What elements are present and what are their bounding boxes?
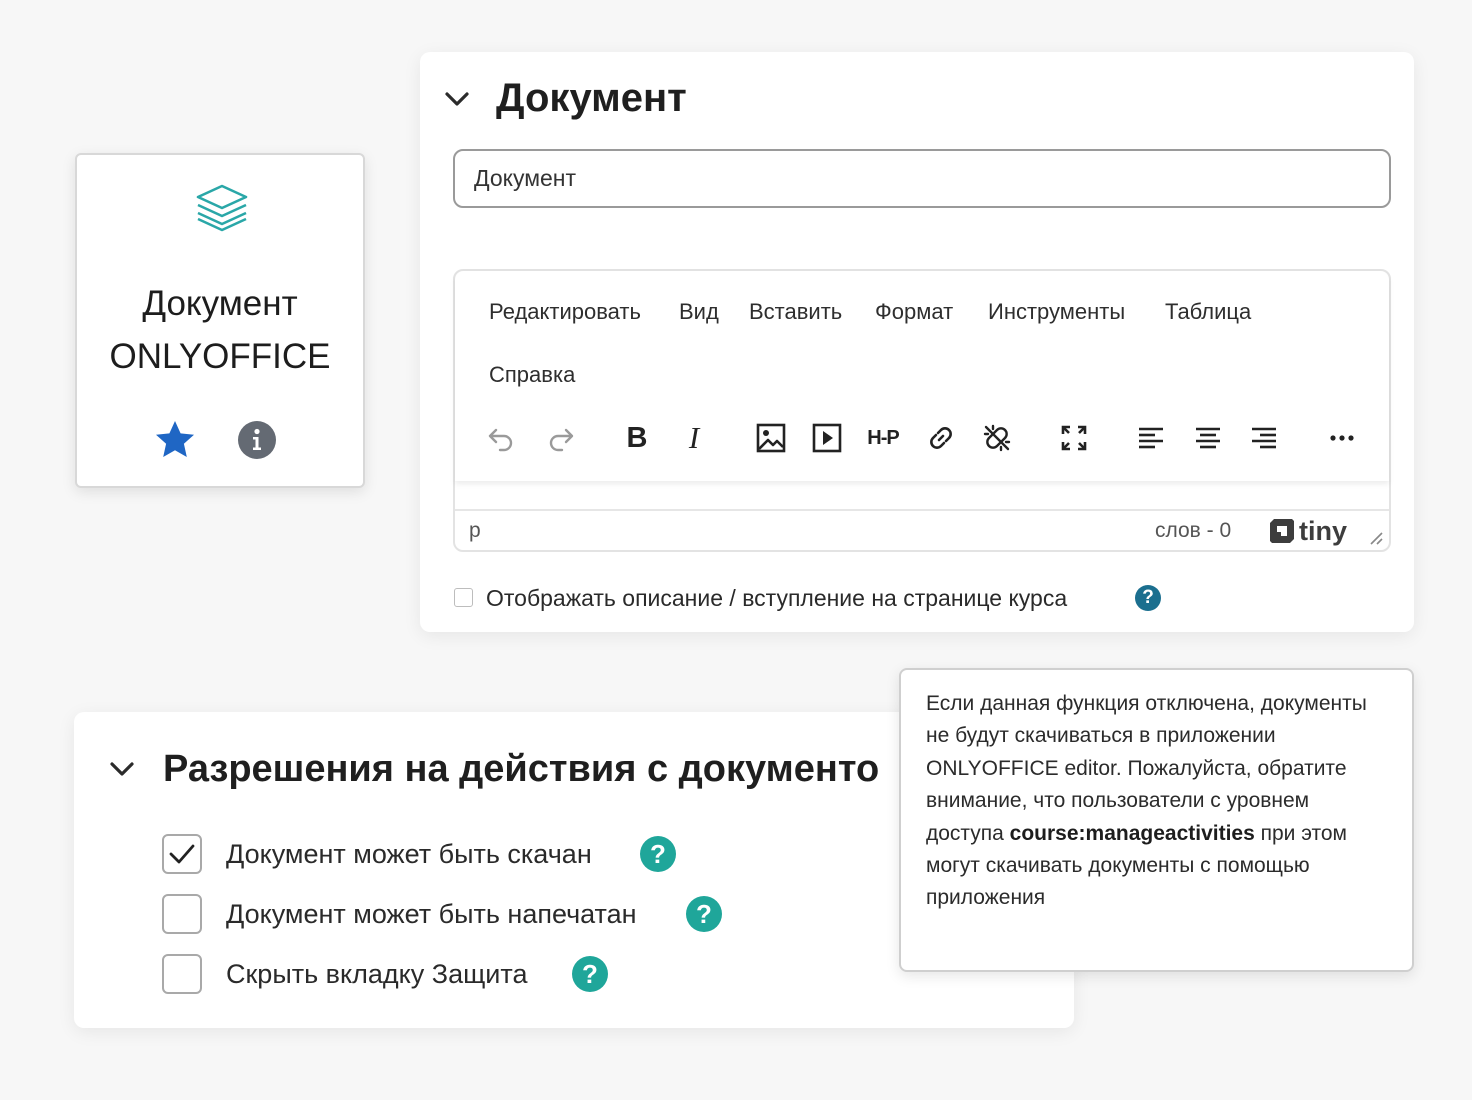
activity-title-line2: ONLYOFFICE <box>109 337 331 376</box>
menu-insert[interactable]: Вставить <box>749 297 842 327</box>
help-tooltip: Если данная функция отключена, документы… <box>899 668 1414 972</box>
editor-menubar: Редактировать Вид Вставить Формат Инстру… <box>455 271 1389 411</box>
tooltip-capability: course:manageactivities <box>1009 821 1255 845</box>
help-icon[interactable]: ? <box>686 896 722 932</box>
menu-help[interactable]: Справка <box>489 360 575 390</box>
menu-view[interactable]: Вид <box>679 297 719 327</box>
chevron-down-icon[interactable] <box>107 754 137 784</box>
rich-text-editor: Редактировать Вид Вставить Формат Инстру… <box>453 269 1391 552</box>
chevron-down-icon[interactable] <box>442 84 472 114</box>
editor-statusbar: p слов - 0 tiny <box>455 509 1389 550</box>
redo-icon[interactable] <box>539 416 583 460</box>
align-right-icon[interactable] <box>1242 416 1286 460</box>
show-description-checkbox[interactable] <box>454 588 473 607</box>
print-checkbox[interactable] <box>162 894 202 934</box>
word-count[interactable]: слов - 0 <box>1155 519 1231 543</box>
menu-tools[interactable]: Инструменты <box>988 297 1125 327</box>
fullscreen-icon[interactable] <box>1052 416 1096 460</box>
unlink-icon[interactable] <box>975 416 1019 460</box>
section-title: Разрешения на действия с документо <box>163 748 880 790</box>
activity-title: Документ ONLYOFFICE <box>77 277 363 383</box>
editor-toolbar: B I H-P <box>455 416 1389 466</box>
star-icon[interactable] <box>153 418 197 462</box>
hide-protection-checkbox[interactable] <box>162 954 202 994</box>
align-left-icon[interactable] <box>1129 416 1173 460</box>
media-icon[interactable] <box>805 416 849 460</box>
help-icon[interactable]: ? <box>1135 585 1161 611</box>
info-icon[interactable] <box>237 420 277 460</box>
download-checkbox[interactable] <box>162 834 202 874</box>
menu-table[interactable]: Таблица <box>1165 297 1251 327</box>
link-icon[interactable] <box>919 416 963 460</box>
help-icon[interactable]: ? <box>640 836 676 872</box>
print-label: Документ может быть напечатан <box>226 899 637 929</box>
download-label: Документ может быть скачан <box>226 839 592 869</box>
element-path[interactable]: p <box>469 519 481 543</box>
tiny-logo-icon <box>1270 519 1294 543</box>
hide-protection-label: Скрыть вкладку Защита <box>226 959 528 989</box>
checkmark-icon <box>169 844 195 864</box>
resize-handle-icon[interactable] <box>1367 529 1383 545</box>
menu-format[interactable]: Формат <box>875 297 953 327</box>
italic-glyph: I <box>688 420 700 455</box>
undo-icon[interactable] <box>479 416 523 460</box>
italic-icon[interactable]: I <box>672 416 716 460</box>
bold-icon[interactable]: B <box>615 416 659 460</box>
name-input[interactable] <box>453 149 1391 208</box>
more-icon[interactable] <box>1320 416 1364 460</box>
editor-header: Редактировать Вид Вставить Формат Инстру… <box>455 271 1389 481</box>
align-center-icon[interactable] <box>1186 416 1230 460</box>
activity-title-line1: Документ <box>142 284 298 323</box>
layers-icon <box>196 184 248 232</box>
menu-edit[interactable]: Редактировать <box>489 297 641 327</box>
h5p-icon[interactable]: H-P <box>861 416 905 460</box>
section-title: Документ <box>496 76 687 120</box>
help-icon[interactable]: ? <box>572 956 608 992</box>
activity-card[interactable]: Документ ONLYOFFICE <box>75 153 365 488</box>
h5p-glyph: H-P <box>867 426 899 449</box>
document-section: Документ Редактировать Вид Вставить Форм… <box>420 52 1414 632</box>
show-description-label: Отображать описание / вступление на стра… <box>486 585 1068 611</box>
tiny-logo-text: tiny <box>1299 516 1348 546</box>
bold-glyph: B <box>626 421 648 454</box>
image-icon[interactable] <box>749 416 793 460</box>
tiny-logo[interactable]: tiny <box>1268 516 1347 546</box>
